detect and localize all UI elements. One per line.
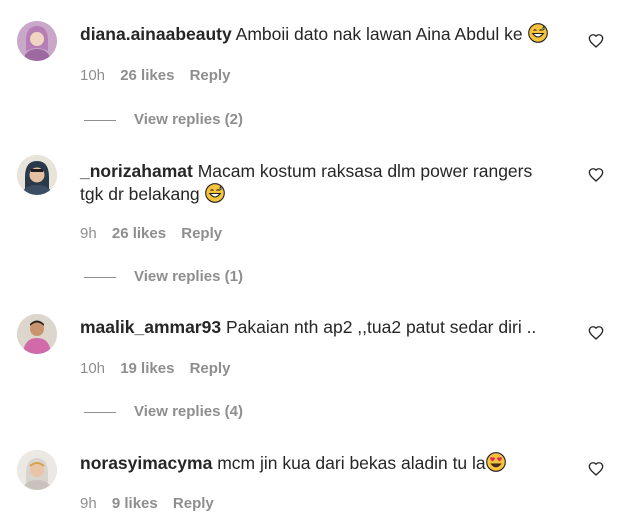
view-replies-label: View replies (4) [134, 403, 243, 420]
view-replies-label: View replies (2) [134, 111, 243, 128]
replies-divider [84, 411, 116, 413]
reply-button[interactable]: Reply [173, 495, 214, 512]
comment-username[interactable]: maalik_ammar93 [80, 317, 221, 337]
grinning-sweat-emoji [204, 183, 225, 203]
comment-likes[interactable]: 26 likes [120, 67, 174, 84]
comment-timestamp: 10h [80, 67, 106, 84]
comment-meta: 9h 9 likes Reply [80, 495, 225, 512]
comment-timestamp: 9h [80, 495, 97, 512]
comment-username[interactable]: diana.ainaabeauty [80, 24, 232, 44]
comment-username[interactable]: norasyimacyma [80, 453, 212, 473]
avatar[interactable] [17, 21, 57, 61]
heart-eyes-emoji [485, 452, 506, 472]
comment-username[interactable]: _norizahamat [80, 161, 193, 181]
comment-meta: 9h 26 likes Reply [80, 225, 233, 242]
avatar[interactable] [17, 314, 57, 354]
comment-body: norasyimacyma mcm jin kua dari bekas ala… [80, 452, 560, 475]
reply-button[interactable]: Reply [190, 67, 231, 84]
replies-divider [84, 276, 116, 278]
comment-likes[interactable]: 9 likes [112, 495, 158, 512]
view-replies-button[interactable]: View replies (4) [84, 403, 243, 420]
like-heart-icon[interactable] [588, 461, 604, 477]
avatar[interactable] [17, 450, 57, 490]
comment-likes[interactable]: 26 likes [112, 225, 166, 242]
view-replies-button[interactable]: View replies (1) [84, 268, 243, 285]
view-replies-label: View replies (1) [134, 268, 243, 285]
comment-text: Amboii dato nak lawan Aina Abdul ke [235, 24, 523, 44]
comment-likes[interactable]: 19 likes [120, 360, 174, 377]
comment-text: Pakaian nth ap2 ,,tua2 patut sedar diri … [225, 317, 537, 337]
replies-divider [84, 119, 116, 121]
comment-text: mcm jin kua dari bekas aladin tu la [217, 453, 486, 473]
reply-button[interactable]: Reply [181, 225, 222, 242]
comment-body: _norizahamat Macam kostum raksasa dlm po… [80, 160, 560, 206]
view-replies-button[interactable]: View replies (2) [84, 111, 243, 128]
like-heart-icon[interactable] [588, 33, 604, 49]
comments-list: diana.ainaabeauty Amboii dato nak lawan … [0, 0, 622, 531]
like-heart-icon[interactable] [588, 325, 604, 341]
comment-meta: 10h 19 likes Reply [80, 360, 241, 377]
comment-timestamp: 10h [80, 360, 106, 377]
grinning-sweat-emoji [527, 23, 548, 43]
comment-meta: 10h 26 likes Reply [80, 67, 241, 84]
avatar[interactable] [17, 155, 57, 195]
comment-timestamp: 9h [80, 225, 97, 242]
comment-body: diana.ainaabeauty Amboii dato nak lawan … [80, 23, 560, 46]
like-heart-icon[interactable] [588, 167, 604, 183]
reply-button[interactable]: Reply [190, 360, 231, 377]
comment-body: maalik_ammar93 Pakaian nth ap2 ,,tua2 pa… [80, 316, 560, 339]
